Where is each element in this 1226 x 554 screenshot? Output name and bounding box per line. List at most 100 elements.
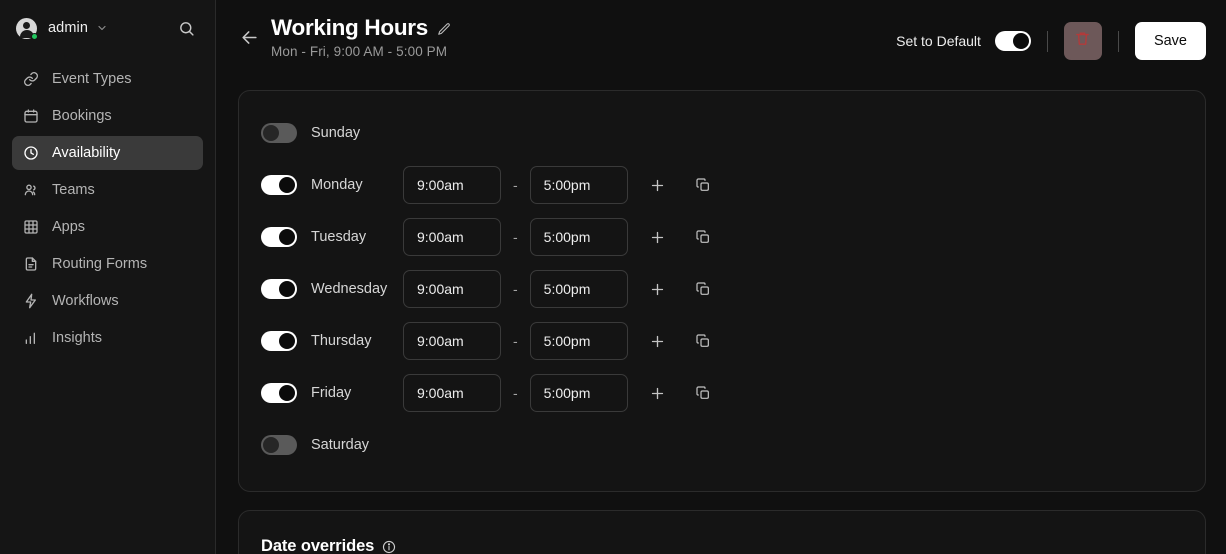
end-time-input[interactable] (529, 270, 628, 308)
bar-chart-icon (22, 330, 39, 347)
delete-button[interactable] (1063, 22, 1102, 60)
sidebar-item-bookings[interactable]: Bookings (12, 99, 203, 133)
day-row: Tuesday - (261, 211, 1183, 263)
sidebar-item-insights[interactable]: Insights (12, 321, 203, 355)
sidebar-nav: Event Types Bookings Availability Teams (12, 62, 203, 355)
back-arrow-icon[interactable] (238, 26, 261, 49)
day-row: Saturday (261, 419, 1183, 471)
toggle-knob (279, 333, 295, 349)
toggle-knob (279, 385, 295, 401)
day-label: Saturday (311, 437, 370, 453)
link-icon (22, 71, 39, 88)
time-range-dash: - (513, 229, 518, 245)
day-toggle-saturday[interactable] (261, 435, 297, 455)
divider (1046, 30, 1048, 52)
chevron-down-icon[interactable] (96, 22, 108, 34)
time-range-dash: - (513, 385, 518, 401)
start-time-input[interactable] (403, 270, 501, 308)
day-row: Friday - (261, 367, 1183, 419)
day-label: Friday (311, 385, 352, 401)
sidebar-item-availability[interactable]: Availability (12, 136, 203, 170)
sidebar-item-label: Insights (52, 330, 102, 346)
save-button[interactable]: Save (1134, 22, 1206, 60)
day-toggle-friday[interactable] (261, 383, 297, 403)
document-icon (22, 256, 39, 273)
duplicate-icon[interactable] (689, 223, 717, 251)
time-range-dash: - (513, 281, 518, 297)
people-icon (22, 182, 39, 199)
add-time-range-button[interactable] (644, 379, 672, 407)
date-overrides-title: Date overrides (261, 537, 375, 554)
sidebar-item-event-types[interactable]: Event Types (12, 62, 203, 96)
day-toggle-monday[interactable] (261, 175, 297, 195)
start-time-input[interactable] (403, 322, 501, 360)
start-time-input[interactable] (403, 374, 501, 412)
day-row: Sunday (261, 107, 1183, 159)
time-range: - (403, 218, 717, 256)
time-range: - (403, 270, 717, 308)
sidebar-item-label: Apps (52, 219, 86, 235)
day-row: Wednesday - (261, 263, 1183, 315)
duplicate-icon[interactable] (689, 379, 717, 407)
day-toggle-tuesday[interactable] (261, 227, 297, 247)
sidebar-item-teams[interactable]: Teams (12, 173, 203, 207)
online-status-dot (31, 32, 38, 40)
sidebar: admin Event Types Bookings Availability … (0, 0, 216, 554)
duplicate-icon[interactable] (689, 171, 717, 199)
time-range: - (403, 322, 717, 360)
set-to-default-toggle[interactable] (994, 31, 1031, 51)
time-range-dash: - (513, 177, 518, 193)
add-time-range-button[interactable] (644, 327, 672, 355)
page-title: Working Hours (271, 15, 428, 40)
day-toggle-thursday[interactable] (261, 331, 297, 351)
start-time-input[interactable] (403, 166, 501, 204)
day-toggle-wednesday[interactable] (261, 279, 297, 299)
day-toggle-sunday[interactable] (261, 123, 297, 143)
toggle-knob (263, 125, 279, 141)
sidebar-item-label: Teams (52, 182, 95, 198)
add-time-range-button[interactable] (644, 223, 672, 251)
sidebar-item-workflows[interactable]: Workflows (12, 284, 203, 318)
end-time-input[interactable] (529, 166, 628, 204)
trash-icon (1074, 30, 1091, 52)
date-overrides-card: Date overrides Add dates when your avail… (238, 510, 1206, 554)
sidebar-item-label: Routing Forms (52, 256, 148, 272)
day-label: Tuesday (311, 229, 367, 245)
sidebar-item-routing-forms[interactable]: Routing Forms (12, 247, 203, 281)
title-block: Working Hours Mon - Fri, 9:00 AM - 5:00 … (271, 14, 451, 59)
search-icon[interactable] (174, 16, 199, 41)
toggle-knob (279, 177, 295, 193)
start-time-input[interactable] (403, 218, 501, 256)
info-icon[interactable] (382, 540, 396, 554)
sidebar-item-label: Workflows (52, 293, 119, 309)
end-time-input[interactable] (529, 218, 628, 256)
day-label: Thursday (311, 333, 372, 349)
page-subtitle: Mon - Fri, 9:00 AM - 5:00 PM (271, 44, 448, 59)
main-content: Working Hours Mon - Fri, 9:00 AM - 5:00 … (216, 0, 1226, 554)
duplicate-icon[interactable] (689, 327, 717, 355)
sidebar-item-apps[interactable]: Apps (12, 210, 203, 244)
app-root: admin Event Types Bookings Availability … (0, 0, 1226, 554)
header-actions: Set to Default Save (896, 14, 1206, 60)
schedule-card: Sunday Monday - (238, 90, 1206, 492)
toggle-knob (279, 229, 295, 245)
avatar[interactable] (16, 17, 38, 40)
divider (1117, 30, 1119, 52)
day-row: Thursday - (261, 315, 1183, 367)
duplicate-icon[interactable] (689, 275, 717, 303)
sidebar-user-row[interactable]: admin (12, 0, 203, 56)
add-time-range-button[interactable] (644, 275, 672, 303)
day-label: Sunday (311, 125, 361, 141)
toggle-knob (263, 437, 279, 453)
edit-pencil-icon[interactable] (437, 22, 451, 36)
toggle-knob (279, 281, 295, 297)
grid-icon (22, 219, 39, 236)
sidebar-item-label: Event Types (52, 71, 132, 87)
title-row: Working Hours (271, 15, 451, 41)
day-label: Wednesday (311, 281, 388, 297)
sidebar-item-label: Availability (52, 145, 121, 161)
clock-icon (22, 145, 39, 162)
end-time-input[interactable] (529, 374, 628, 412)
add-time-range-button[interactable] (644, 171, 672, 199)
end-time-input[interactable] (529, 322, 628, 360)
